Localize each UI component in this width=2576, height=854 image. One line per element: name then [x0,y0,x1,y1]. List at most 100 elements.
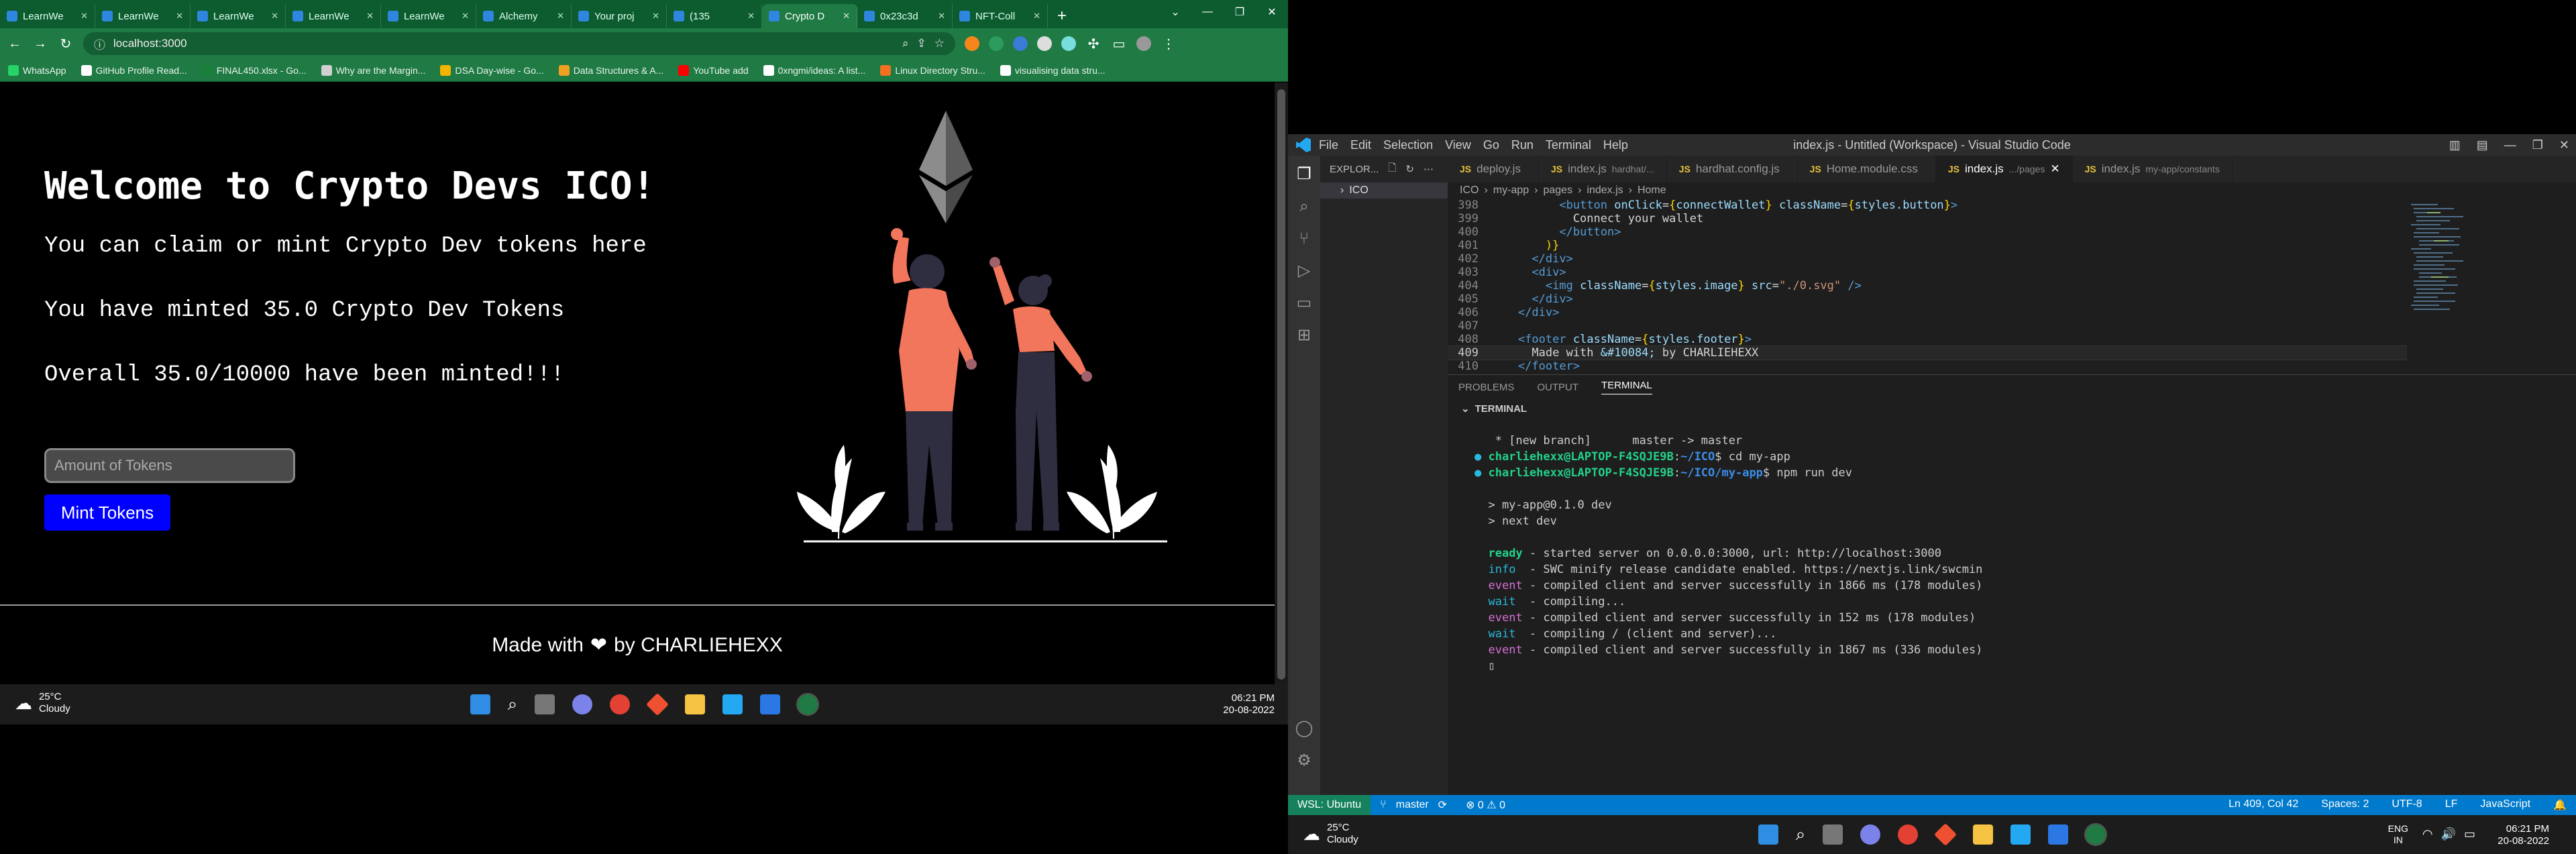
run-debug-icon[interactable]: ▷ [1295,262,1313,280]
taskbar-clock[interactable]: 06:21 PM 20-08-2022 [2498,823,2549,847]
code-line[interactable]: 406 </div> [1448,306,2407,319]
maximize-icon[interactable]: ❐ [1224,0,1256,24]
close-tab-icon[interactable]: ✕ [271,11,278,21]
browser-tab[interactable]: LearnWe ✕ [0,4,95,28]
bookmark-item[interactable]: 0xngmi/ideas: A list... [763,64,865,76]
task-view-icon[interactable] [535,694,555,714]
menu-item[interactable]: Edit [1350,138,1371,152]
amount-of-tokens-input[interactable]: Amount of Tokens [44,448,295,483]
extensions-icon[interactable]: ⊞ [1295,326,1313,345]
mint-tokens-button[interactable]: Mint Tokens [44,494,170,531]
wifi-icon[interactable]: ◠ [2422,827,2433,841]
taskbar-clock[interactable]: 06:21 PM 20-08-2022 [1223,692,1275,716]
forward-icon[interactable]: → [32,36,48,52]
search-icon[interactable]: ⌕ [902,37,909,50]
browser-tab[interactable]: Your proj ✕ [572,4,667,28]
editor-tab[interactable]: JS deploy.js [1448,156,1539,182]
panel-icon[interactable]: ▤ [2477,138,2488,152]
close-tab-icon[interactable]: ✕ [557,11,564,21]
menu-item[interactable]: Selection [1383,138,1433,152]
menu-item[interactable]: File [1319,138,1338,152]
end-of-line[interactable]: LF [2436,798,2467,812]
breadcrumb-item[interactable]: index.js [1587,184,1623,197]
code-line[interactable]: 408 <footer className={styles.footer}> [1448,333,2407,346]
close-tab-icon[interactable]: ✕ [2050,162,2059,176]
sidebar-icon[interactable]: ▭ [1111,36,1127,52]
language-mode[interactable]: JavaScript [2471,798,2540,812]
close-tab-icon[interactable]: ✕ [938,11,945,21]
task-view-icon[interactable] [1823,824,1843,845]
editor-tab[interactable]: JS index.js hardhat/... [1539,156,1667,182]
browser-tab[interactable]: (135 ✕ [667,4,762,28]
page-scrollbar[interactable] [1275,83,1288,684]
code-line[interactable]: 409 Made with &#10084; by CHARLIEHEXX [1448,345,2407,360]
editor-tab[interactable]: JS index.js my-app/constants [2073,156,2233,182]
cursor-position[interactable]: Ln 409, Col 42 [2219,798,2308,812]
close-tab-icon[interactable]: ✕ [366,11,374,21]
bookmark-item[interactable]: Why are the Margin... [321,64,425,76]
browser-tab[interactable]: Crypto D ✕ [762,4,857,28]
extension-icon[interactable] [1013,36,1028,51]
bookmark-item[interactable]: GitHub Profile Read... [80,64,187,76]
layout-icon[interactable]: ▥ [2449,138,2461,152]
panel-tab[interactable]: TERMINAL [1601,380,1652,394]
chrome-icon[interactable] [610,694,631,714]
menu-item[interactable]: View [1445,138,1471,152]
share-icon[interactable]: ⇪ [917,37,926,50]
sync-icon[interactable]: ⟳ [1429,798,1456,812]
scrollbar-thumb[interactable] [1277,89,1285,680]
browser-tab[interactable]: LearnWe ✕ [286,4,381,28]
browser-tab[interactable]: NFT-Coll ✕ [953,4,1048,28]
battery-icon[interactable]: ▭ [2464,827,2475,841]
extension-icon[interactable] [1061,36,1076,51]
code-line[interactable]: 410 </footer> [1448,360,2407,373]
search-icon[interactable]: ⌕ [1295,197,1313,216]
info-icon[interactable]: ⓘ [94,36,105,52]
bookmark-item[interactable]: YouTube add [678,64,749,76]
menu-item[interactable]: Terminal [1546,138,1591,152]
code-line[interactable]: 398 <button onClick={connectWallet} clas… [1448,199,2407,212]
new-file-icon[interactable]: 🗋 [1388,161,1396,178]
breadcrumb-item[interactable]: ICO [1460,184,1479,197]
code-line[interactable]: 403 <div> [1448,266,2407,279]
menu-item[interactable]: Go [1483,138,1499,152]
editor-tab[interactable]: JS index.js .../pages ✕ [1935,156,2073,182]
source-control-icon[interactable]: ⑂ [1295,229,1313,248]
browser-tab[interactable]: LearnWe ✕ [95,4,191,28]
more-icon[interactable]: ⋯ [1424,163,1434,175]
file-explorer-icon[interactable] [1973,824,1994,845]
git-icon[interactable] [646,693,669,716]
close-tab-icon[interactable]: ✕ [80,11,88,21]
refresh-icon[interactable]: ↻ [1405,163,1414,175]
teams-chat-icon[interactable] [572,694,593,714]
breadcrumb-item[interactable]: Home [1638,184,1666,197]
bookmark-item[interactable]: WhatsApp [8,64,66,76]
volume-icon[interactable]: 🔊 [2441,827,2456,841]
close-tab-icon[interactable]: ✕ [652,11,659,21]
browser-tab[interactable]: LearnWe ✕ [381,4,476,28]
terminal-section-header[interactable]: ⌄ TERMINAL [1448,399,2576,418]
vscode-icon[interactable] [722,694,743,714]
panel-tab[interactable]: PROBLEMS [1458,382,1514,393]
remote-explorer-icon[interactable]: ▭ [1295,294,1313,313]
minimize-icon[interactable]: — [1191,0,1224,24]
minimize-icon[interactable]: — [2504,138,2516,152]
account-icon[interactable]: ◯ [1295,719,1313,738]
code-line[interactable]: 402 </div> [1448,252,2407,266]
code-line[interactable]: 400 </button> [1448,225,2407,239]
bookmark-item[interactable]: Data Structures & A... [558,64,663,76]
metamask-extension-icon[interactable] [965,36,979,51]
breadcrumb-item[interactable]: my-app [1493,184,1529,197]
reload-icon[interactable]: ↻ [58,36,74,52]
problems-count[interactable]: ⊗ 0 ⚠ 0 [1456,798,1515,812]
indentation[interactable]: Spaces: 2 [2312,798,2378,812]
extension-icon[interactable] [989,36,1004,51]
browser-tab[interactable]: Alchemy ✕ [476,4,572,28]
teams-chat-icon[interactable] [1860,824,1881,845]
panel-tab[interactable]: OUTPUT [1537,382,1578,393]
extension-icon[interactable] [1037,36,1052,51]
editor-tab[interactable]: JS Home.module.css [1798,156,1936,182]
chrome-profile-icon[interactable] [2084,823,2108,846]
bookmark-item[interactable]: visualising data stru... [1000,64,1106,76]
windows-start-icon[interactable] [470,694,490,714]
